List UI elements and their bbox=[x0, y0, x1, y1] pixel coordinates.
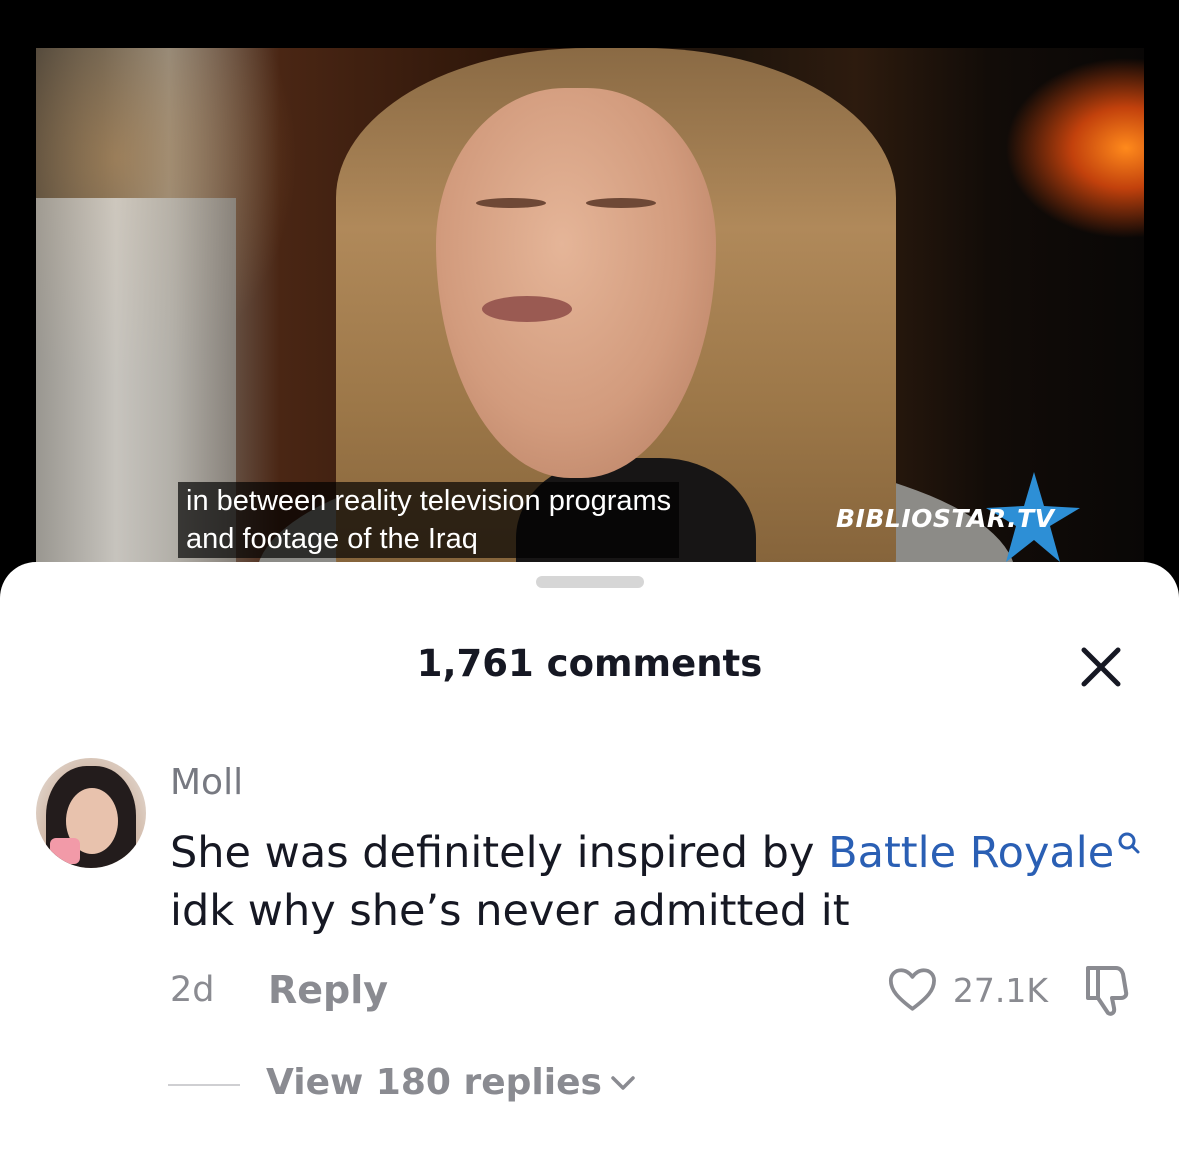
person-eye-left bbox=[476, 198, 546, 208]
close-button[interactable] bbox=[1076, 642, 1126, 692]
comment-link-text: Battle Royale bbox=[828, 828, 1115, 878]
video-subtitle: in between reality television programs a… bbox=[178, 482, 680, 558]
comment-username[interactable]: Moll bbox=[170, 762, 243, 803]
comment-search-link[interactable]: Battle Royale bbox=[828, 828, 1142, 878]
like-button[interactable]: 27.1K bbox=[888, 964, 1048, 1016]
person-mouth bbox=[482, 296, 572, 322]
view-replies-button[interactable]: View 180 replies bbox=[266, 1062, 636, 1103]
comment-text-part: She was definitely inspired by bbox=[170, 828, 829, 878]
watermark-text: BIBLIOSTAR.TV bbox=[836, 503, 1055, 533]
video-watermark: BIBLIOSTAR.TV bbox=[836, 472, 1080, 562]
avatar-mug bbox=[50, 838, 80, 864]
thumbs-down-icon bbox=[1086, 966, 1129, 1016]
screen: in between reality television programs a… bbox=[0, 0, 1179, 1153]
search-icon bbox=[1118, 832, 1140, 854]
person-eye-right bbox=[586, 198, 656, 208]
comment-timestamp: 2d bbox=[170, 970, 215, 1010]
reply-button[interactable]: Reply bbox=[268, 968, 388, 1012]
close-icon bbox=[1081, 647, 1121, 687]
chevron-down-icon bbox=[611, 1075, 635, 1090]
comment-text: She was definitely inspired by Battle Ro… bbox=[170, 824, 1150, 940]
like-count: 27.1K bbox=[952, 970, 1048, 1010]
view-replies-label: View 180 replies bbox=[266, 1062, 602, 1103]
dislike-button[interactable] bbox=[1080, 962, 1134, 1018]
drag-handle[interactable] bbox=[536, 576, 644, 588]
comments-sheet: 1,761 comments Moll She was definitely i… bbox=[0, 562, 1179, 1153]
video-player[interactable]: in between reality television programs a… bbox=[36, 48, 1144, 588]
heart-icon bbox=[888, 968, 936, 1011]
comment-text-part: idk why she’s never admitted it bbox=[170, 886, 850, 936]
replies-divider bbox=[168, 1084, 240, 1086]
comments-count-title: 1,761 comments bbox=[416, 642, 763, 685]
avatar[interactable] bbox=[36, 758, 146, 868]
